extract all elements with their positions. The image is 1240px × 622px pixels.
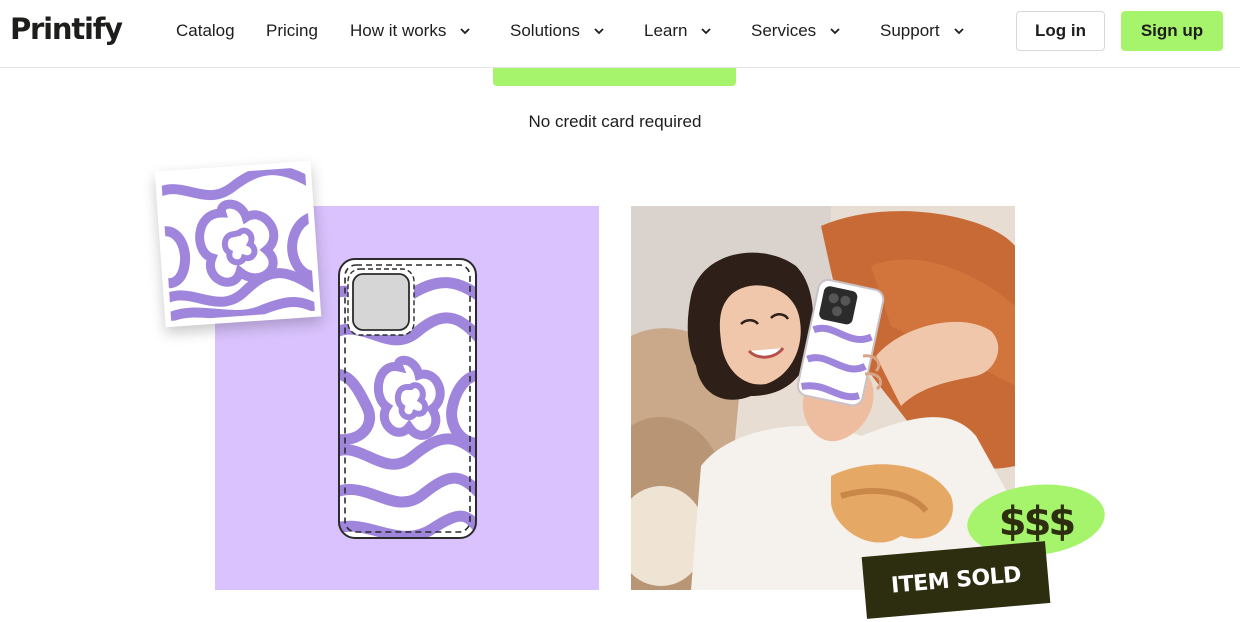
nav-pricing-label: Pricing xyxy=(266,21,318,40)
site-header: Printify Catalog Pricing How it works So… xyxy=(0,0,1240,68)
nav-learn-label: Learn xyxy=(644,21,688,40)
chevron-down-icon xyxy=(953,28,964,35)
signup-button[interactable]: Sign up xyxy=(1121,11,1223,51)
nav-solutions[interactable]: Solutions xyxy=(510,20,606,42)
login-button[interactable]: Log in xyxy=(1016,11,1105,51)
no-credit-card-note: No credit card required xyxy=(528,112,702,131)
nav-catalog[interactable]: Catalog xyxy=(176,20,235,42)
nav-learn[interactable]: Learn xyxy=(644,20,713,42)
chevron-down-icon xyxy=(460,28,470,35)
chevron-down-icon xyxy=(594,28,604,35)
item-sold-text: ITEM SOLD xyxy=(890,561,1022,599)
wave-pattern-swatch xyxy=(154,160,322,328)
phone-case-mockup xyxy=(337,257,478,540)
nav-support-label: Support xyxy=(880,21,940,40)
nav-pricing[interactable]: Pricing xyxy=(266,20,318,42)
nav-catalog-label: Catalog xyxy=(176,21,235,40)
chevron-down-icon xyxy=(701,28,712,35)
nav-services[interactable]: Services xyxy=(751,20,842,42)
printify-logo[interactable]: Printify xyxy=(10,12,123,46)
lifestyle-photo xyxy=(631,206,1015,590)
nav-solutions-label: Solutions xyxy=(510,21,580,40)
chevron-down-icon xyxy=(830,28,840,35)
nav-how-it-works-label: How it works xyxy=(350,21,447,40)
nav-how-it-works[interactable]: How it works xyxy=(350,20,472,42)
nav-support[interactable]: Support xyxy=(880,20,966,42)
money-badge-text: $$$ xyxy=(999,499,1075,545)
get-started-button-partial[interactable] xyxy=(493,68,736,86)
nav-services-label: Services xyxy=(751,21,817,40)
